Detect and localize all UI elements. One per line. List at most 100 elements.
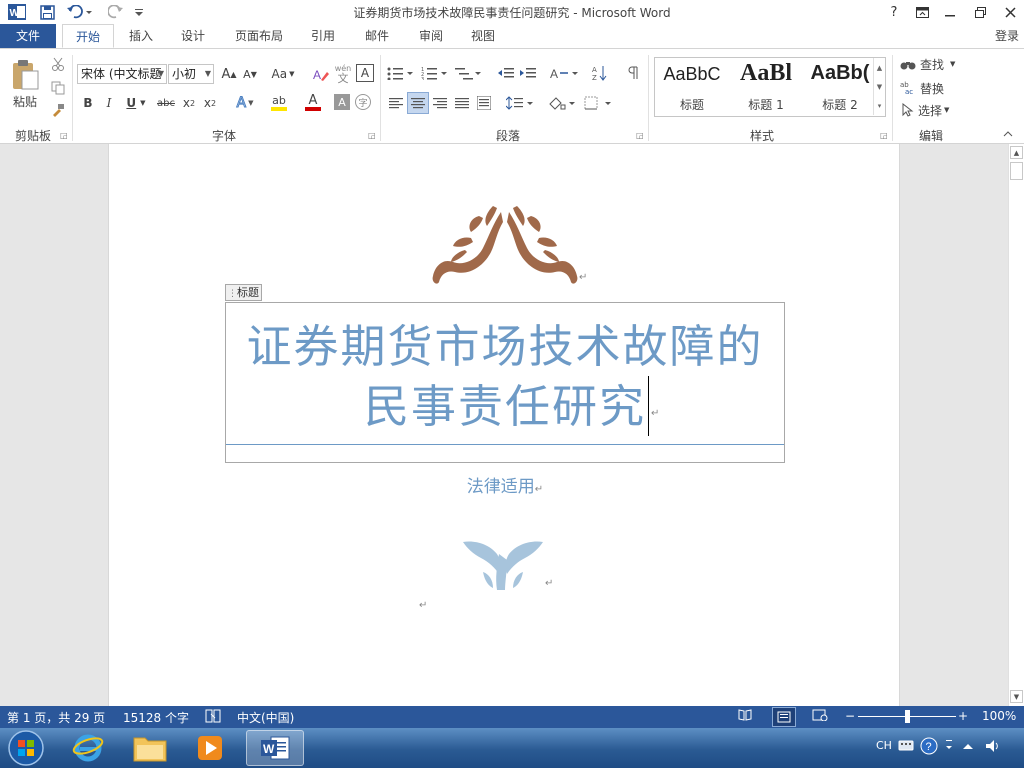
underline-button[interactable]: U ▼ [121,93,151,113]
volume-icon[interactable] [984,738,1002,756]
cut-icon[interactable] [48,55,68,73]
font-name-combo[interactable]: 宋体 (中文标题 ▼ [77,64,167,84]
increase-indent-icon[interactable] [518,63,538,83]
numbering-icon[interactable]: 123 [420,63,450,83]
restore-icon[interactable] [966,0,994,24]
language-indicator[interactable]: 中文(中国) [237,709,294,726]
font-dialog-launcher-icon[interactable]: ◲ [368,131,377,140]
justify-icon[interactable] [452,93,472,113]
replace-button[interactable]: ab ac 替换 [900,79,964,97]
web-layout-icon[interactable] [812,709,828,724]
zoom-in-icon[interactable]: + [958,709,968,723]
tab-file[interactable]: 文件 [0,24,56,48]
enclose-characters-button[interactable]: 字 [355,94,371,110]
tab-view[interactable]: 视图 [462,24,504,48]
document-title-line-2[interactable]: 民事责任研究 [225,370,785,435]
gallery-more-icon[interactable]: ▾ [873,96,885,115]
format-painter-icon[interactable] [48,101,68,119]
clear-formatting-icon[interactable]: A [312,64,330,84]
page-count[interactable]: 第 1 页，共 29 页 [7,709,105,726]
word-taskbar-icon[interactable]: W [246,730,304,766]
font-size-combo[interactable]: 小初 ▼ [168,64,214,84]
proofing-icon[interactable] [205,709,221,726]
line-spacing-icon[interactable] [504,93,536,113]
show-hidden-icons-icon[interactable] [962,740,974,752]
copy-icon[interactable] [48,79,68,97]
scroll-down-arrow-icon[interactable]: ▼ [1010,690,1023,703]
clipboard-dialog-launcher-icon[interactable]: ◲ [60,131,69,140]
scroll-up-arrow-icon[interactable]: ▲ [1010,146,1023,159]
styles-dialog-launcher-icon[interactable]: ◲ [880,131,889,140]
highlight-button[interactable]: ab [262,93,296,113]
borders-icon[interactable] [582,93,614,113]
bold-button[interactable]: B [79,93,97,113]
document-title-line-1[interactable]: 证券期货市场技术故障的 [225,310,785,375]
collapse-ribbon-icon[interactable] [1000,127,1016,141]
change-case-button[interactable]: Aa ▼ [268,64,298,84]
phonetic-guide-button[interactable]: wén 文 [334,62,352,86]
print-layout-icon[interactable] [772,707,796,727]
styles-gallery[interactable]: AaBbC 标题 AaBl 标题 1 AaBb( 标题 2 ▲ ▼ ▾ [654,57,886,117]
start-orb-icon[interactable] [0,730,52,766]
asian-layout-icon[interactable]: A [548,63,580,83]
content-control-tag[interactable]: ⋮标题 [225,284,262,301]
select-button[interactable]: 选择 ▼ [900,101,964,119]
word-count[interactable]: 15128 个字 [123,709,189,726]
style-heading-1[interactable]: AaBl 标题 1 [729,58,803,116]
align-left-icon[interactable] [386,93,406,113]
help-button[interactable]: ? [880,0,908,24]
bullets-icon[interactable] [386,63,416,83]
media-player-icon[interactable] [182,730,238,766]
gallery-scroll-down-icon[interactable]: ▼ [873,77,885,96]
distributed-icon[interactable] [474,93,494,113]
zoom-slider-thumb[interactable] [905,710,910,723]
tab-page-layout[interactable]: 页面布局 [228,24,290,48]
paragraph-dialog-launcher-icon[interactable]: ◲ [636,131,645,140]
paragraph-shading-icon[interactable] [546,93,578,113]
tab-design[interactable]: 设计 [172,24,214,48]
show-formatting-marks-icon[interactable] [624,63,642,83]
document-subtitle[interactable]: 法律适用↵ [225,472,785,497]
text-effects-button[interactable]: A ▼ [230,93,260,113]
multilevel-list-icon[interactable] [454,63,484,83]
tab-mailings[interactable]: 邮件 [356,24,398,48]
file-explorer-icon[interactable] [122,730,178,766]
read-mode-icon[interactable] [738,709,752,724]
subscript-button[interactable]: x2 [180,93,198,113]
style-title[interactable]: AaBbC 标题 [655,58,729,116]
decrease-indent-icon[interactable] [496,63,516,83]
sign-in-link[interactable]: 登录 [990,24,1024,48]
italic-button[interactable]: I [100,93,118,113]
tab-review[interactable]: 审阅 [410,24,452,48]
find-button[interactable]: 查找 ▼ [900,55,964,73]
minimize-icon[interactable] [936,0,964,24]
document-page[interactable]: ↵ ⋮标题 证券期货市场技术故障的 民事责任研究 ↵ 法律适用↵ ↵ ↵ [108,144,900,706]
ime-options-icon[interactable] [944,738,956,754]
tab-insert[interactable]: 插入 [120,24,162,48]
tab-home[interactable]: 开始 [62,24,114,48]
strikethrough-button[interactable]: abc [154,93,178,113]
input-language-indicator[interactable]: CH [876,739,892,752]
zoom-level[interactable]: 100% [982,709,1016,723]
font-color-button[interactable]: A [298,93,328,113]
align-center-icon[interactable] [407,92,429,114]
superscript-button[interactable]: x2 [201,93,219,113]
character-shading-button[interactable]: A [334,94,350,110]
tab-references[interactable]: 引用 [302,24,344,48]
gallery-scroll-up-icon[interactable]: ▲ [873,58,885,77]
zoom-out-icon[interactable]: − [845,709,855,723]
keyboard-icon[interactable] [898,738,914,754]
vertical-scrollbar[interactable]: ▲ ▼ [1008,144,1024,706]
grow-font-button[interactable]: A ▲ [219,64,239,84]
internet-explorer-icon[interactable] [60,730,116,766]
character-border-button[interactable]: A [356,64,374,82]
shrink-font-button[interactable]: A ▼ [240,64,260,84]
close-icon[interactable] [996,0,1024,24]
help-tray-icon[interactable]: ? [920,737,938,755]
paste-button[interactable]: 粘贴 [8,55,42,113]
sort-icon[interactable]: AZ [590,63,610,83]
align-right-icon[interactable] [430,93,450,113]
scroll-thumb[interactable] [1010,162,1023,180]
ribbon-display-options-icon[interactable] [908,0,936,24]
style-heading-2[interactable]: AaBb( 标题 2 [803,58,877,116]
